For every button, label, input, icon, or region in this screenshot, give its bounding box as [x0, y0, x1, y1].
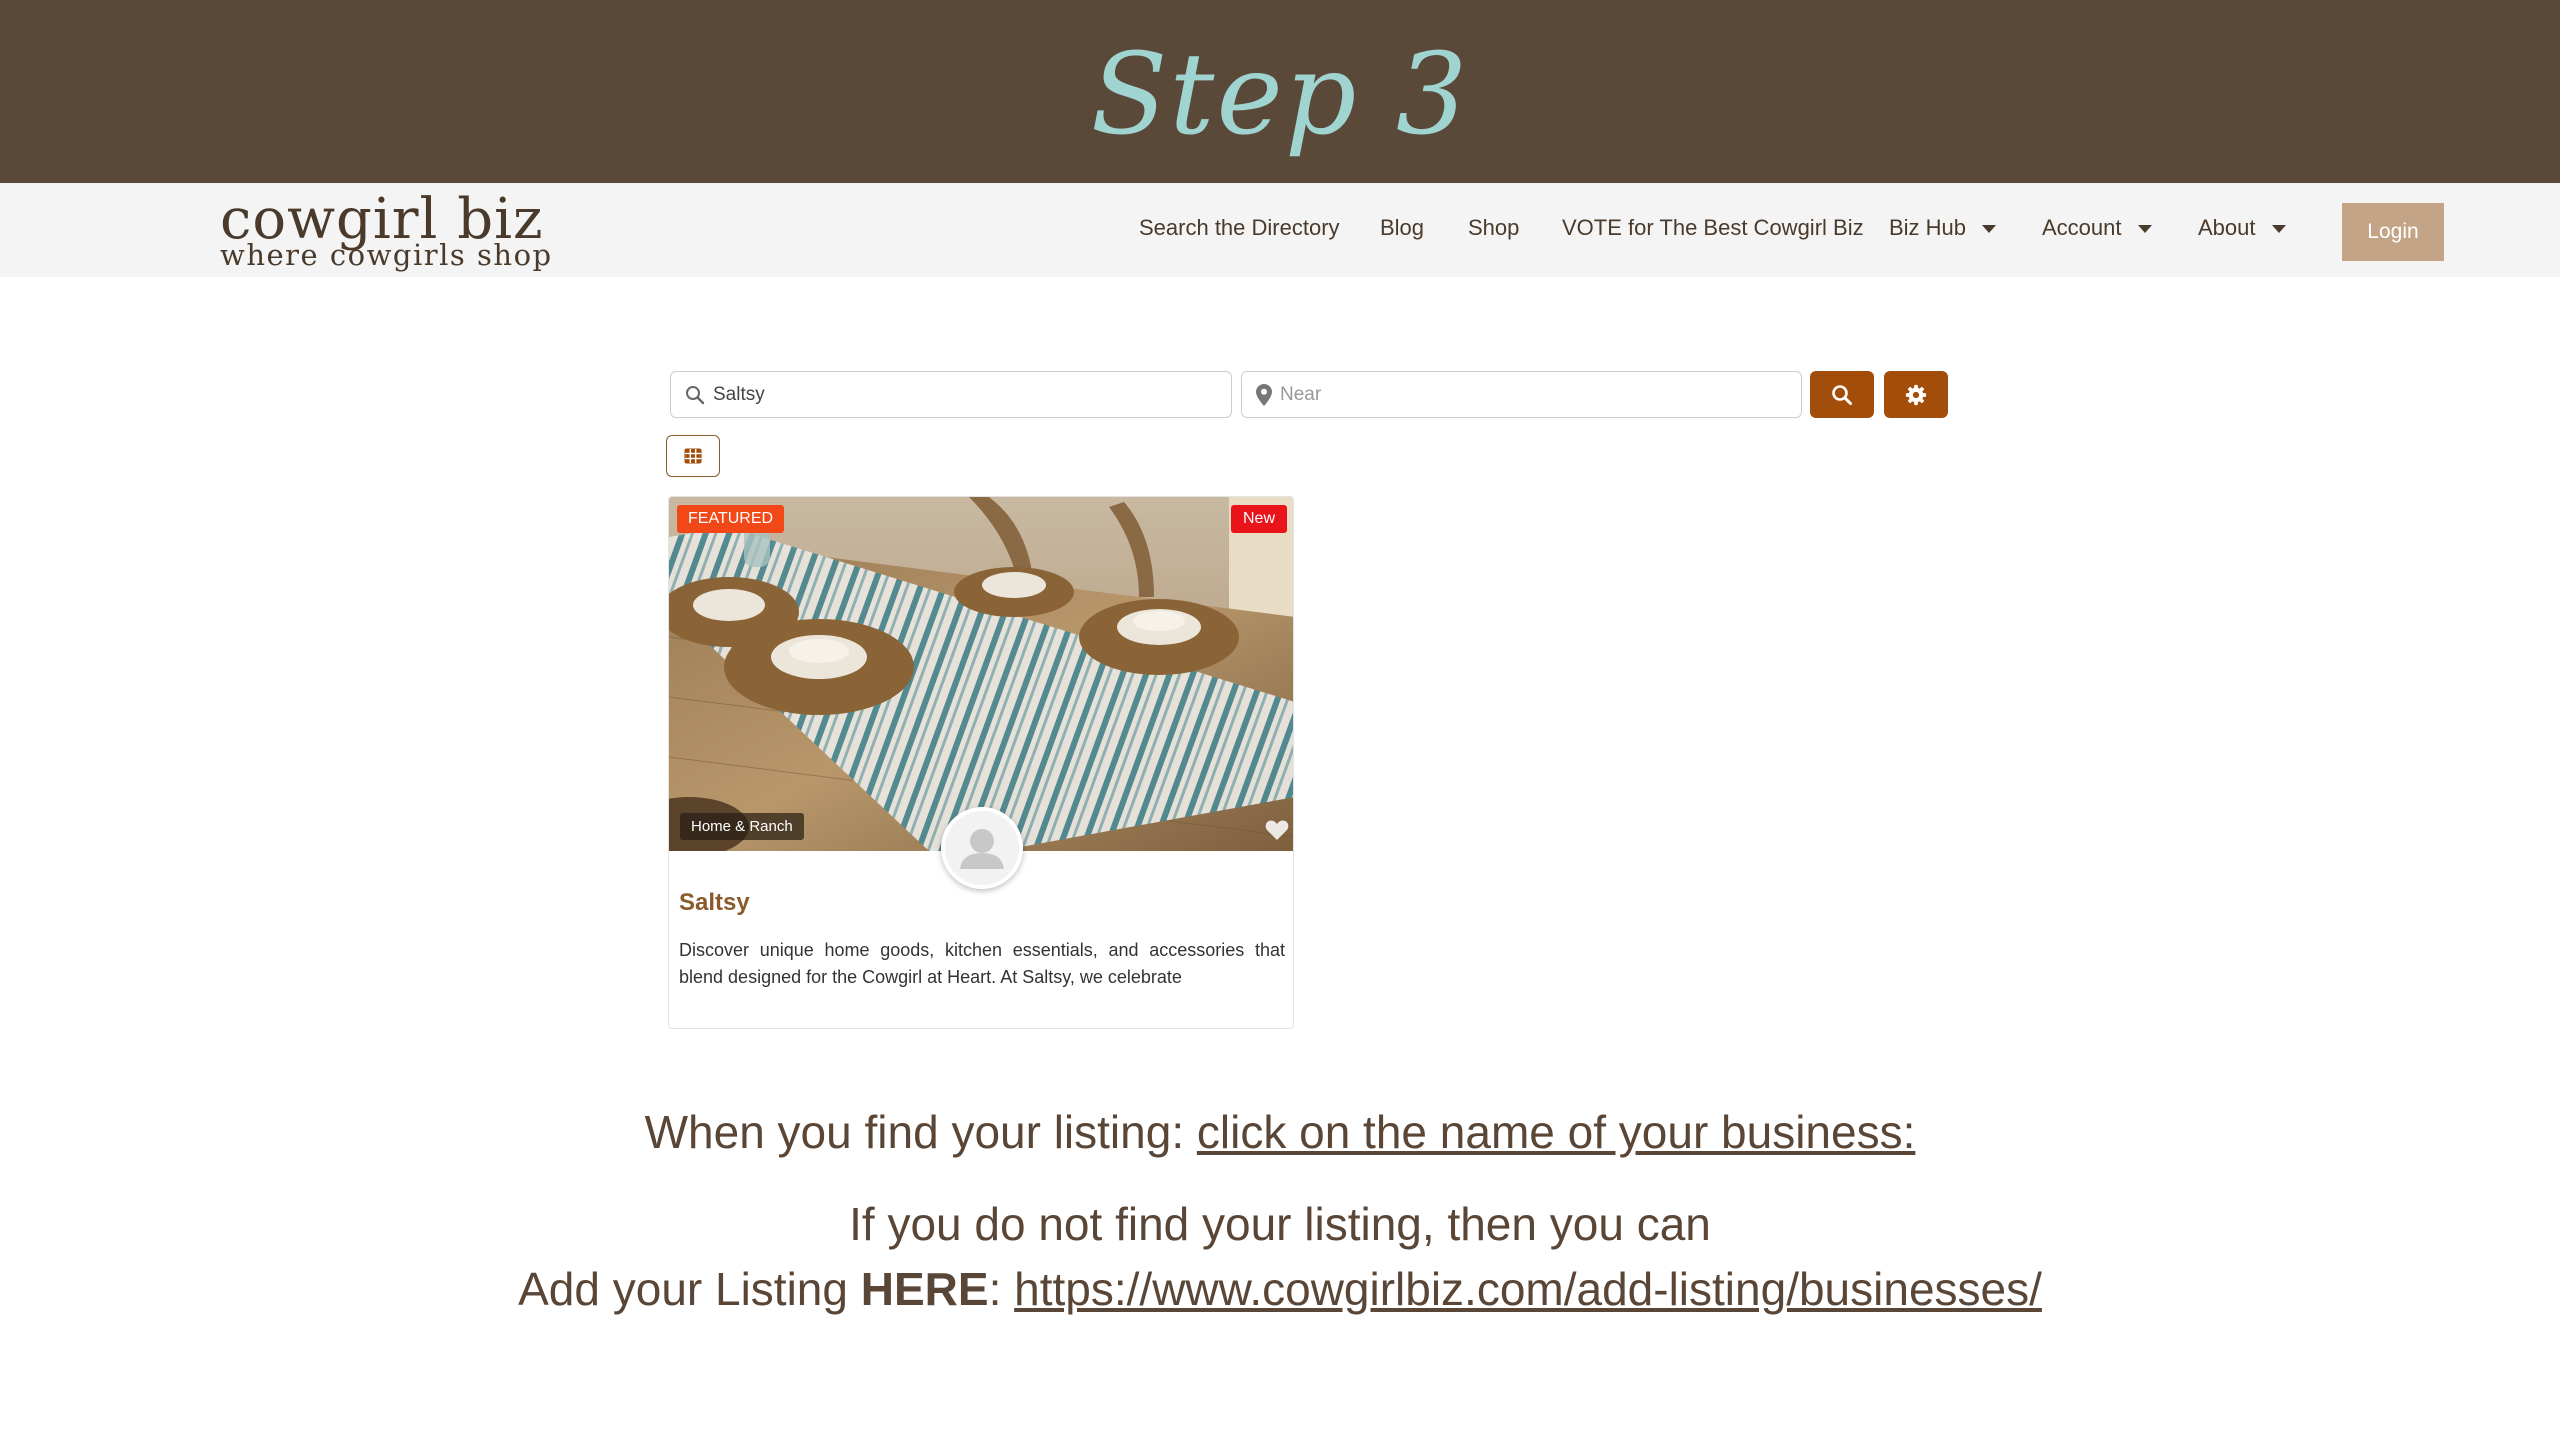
heart-icon[interactable]: [1265, 819, 1289, 841]
caret-down-icon: [2271, 225, 2286, 234]
instruction-3-colon: :: [988, 1263, 1015, 1315]
instruction-line-3: Add your Listing HERE: https://www.cowgi…: [0, 1262, 2560, 1316]
nav-blog[interactable]: Blog: [1380, 215, 1424, 241]
nav-about[interactable]: About: [2198, 215, 2286, 241]
step-banner: Step 3: [0, 0, 2560, 183]
nav-shop[interactable]: Shop: [1468, 215, 1519, 241]
instruction-1-text: When you find your listing:: [644, 1106, 1197, 1158]
listing-description: Discover unique home goods, kitchen esse…: [679, 940, 1285, 987]
gear-icon: [1905, 384, 1927, 405]
nav-search-directory[interactable]: Search the Directory: [1139, 215, 1340, 241]
grid-icon: [684, 448, 702, 464]
search-icon: [686, 385, 705, 404]
search-keyword-field[interactable]: [670, 371, 1232, 418]
user-avatar-icon: [945, 811, 1019, 885]
listing-avatar: [941, 807, 1023, 889]
logo-tagline: where cowgirls shop: [220, 238, 553, 272]
login-button[interactable]: Login: [2342, 203, 2444, 261]
search-submit-button[interactable]: [1810, 371, 1874, 418]
grid-view-button[interactable]: [666, 435, 720, 477]
instruction-line-1: When you find your listing: click on the…: [0, 1105, 2560, 1159]
site-header: cowgirl biz where cowgirls shop Search t…: [0, 183, 2560, 277]
click-business-name-link[interactable]: click on the name of your business:: [1197, 1106, 1915, 1158]
caret-down-icon: [2137, 225, 2152, 234]
instruction-3-text: Add your Listing: [518, 1263, 861, 1315]
caret-down-icon: [1982, 225, 1997, 234]
listing-image[interactable]: FEATURED New Home & Ranch: [669, 497, 1293, 851]
featured-badge: FEATURED: [677, 505, 785, 533]
search-input[interactable]: [713, 383, 1205, 406]
near-input[interactable]: [1280, 383, 1771, 406]
add-listing-url-link[interactable]: https://www.cowgirlbiz.com/add-listing/b…: [1014, 1263, 2042, 1315]
banner-title: Step 3: [1090, 30, 1470, 160]
new-badge: New: [1230, 505, 1287, 533]
search-icon: [1832, 384, 1852, 405]
listing-card[interactable]: FEATURED New Home & Ranch Saltsy Discove…: [668, 496, 1294, 1029]
nav-about-label: About: [2198, 215, 2256, 240]
near-location-field[interactable]: [1241, 371, 1802, 418]
nav-biz-hub-label: Biz Hub: [1889, 215, 1967, 240]
map-pin-icon: [1256, 383, 1272, 406]
nav-account-label: Account: [2042, 215, 2122, 240]
instruction-line-2: If you do not find your listing, then yo…: [849, 1198, 1711, 1250]
listing-photo: [669, 497, 1293, 851]
nav-account[interactable]: Account: [2042, 215, 2152, 241]
category-tag[interactable]: Home & Ranch: [680, 813, 804, 840]
here-emphasis: HERE: [860, 1263, 989, 1315]
listing-title-link[interactable]: Saltsy: [679, 889, 750, 917]
search-settings-button[interactable]: [1884, 371, 1948, 418]
nav-biz-hub[interactable]: Biz Hub: [1889, 215, 1997, 241]
nav-vote[interactable]: VOTE for The Best Cowgirl Biz: [1562, 215, 1864, 241]
